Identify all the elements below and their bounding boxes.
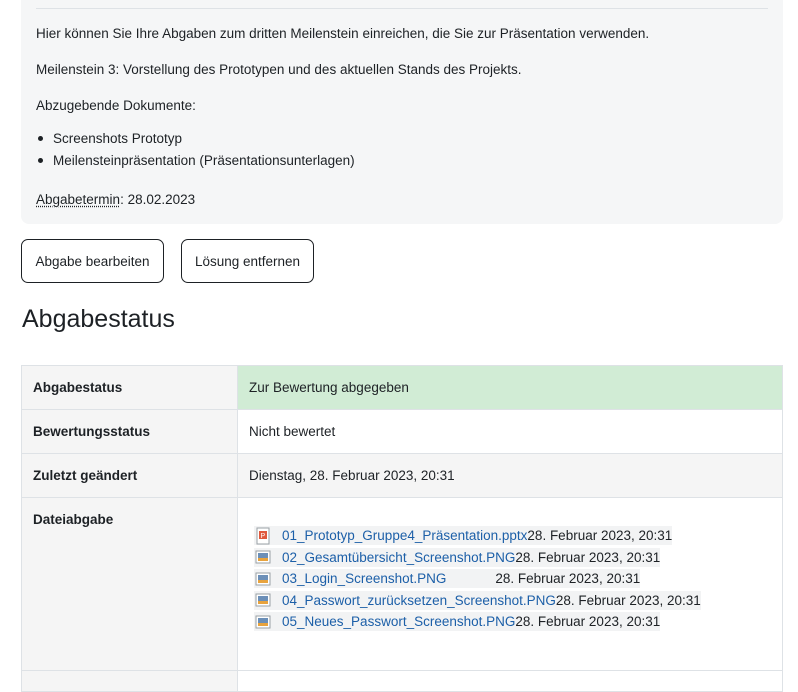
deadline: Abgabetermin: 28.02.2023 xyxy=(36,191,195,209)
list-item: P 01_Prototyp_Gruppe4_Präsentation.pptx 2… xyxy=(254,525,771,547)
file-date: 28. Februar 2023, 20:31 xyxy=(555,592,701,608)
row-value: Dienstag, 28. Februar 2023, 20:31 xyxy=(237,453,783,498)
list-item: Screenshots Prototyp xyxy=(36,130,355,152)
powerpoint-file-icon: P xyxy=(254,527,272,545)
page-title: Abgabestatus xyxy=(22,305,175,333)
list-item: 02_Gesamtübersicht_Screenshot.PNG 28. Feb… xyxy=(254,547,771,569)
file-date: 28. Februar 2023, 20:31 xyxy=(527,528,673,544)
file-list: P 01_Prototyp_Gruppe4_Präsentation.pptx 2… xyxy=(254,525,771,633)
file-link[interactable]: 03_Login_Screenshot.PNG xyxy=(282,571,446,586)
row-value: Nicht bewertet xyxy=(237,409,783,454)
table-row: Zuletzt geändert Dienstag, 28. Februar 2… xyxy=(21,453,783,498)
row-label xyxy=(21,670,238,692)
status-badge: Zur Bewertung abgegeben xyxy=(237,365,783,410)
file-link[interactable]: 02_Gesamtübersicht_Screenshot.PNG xyxy=(282,550,515,565)
table-row: Abgabestatus Zur Bewertung abgegeben xyxy=(21,365,783,410)
image-file-icon xyxy=(254,591,272,609)
deadline-label: Abgabetermin xyxy=(36,192,121,207)
table-row: Bewertungsstatus Nicht bewertet xyxy=(21,409,783,454)
edit-submission-button[interactable]: Abgabe bearbeiten xyxy=(21,239,164,283)
file-link[interactable]: 04_Passwort_zurücksetzen_Screenshot.PNG xyxy=(282,593,556,608)
documents-label: Abzugebende Dokumente: xyxy=(36,98,196,113)
list-item: 03_Login_Screenshot.PNG 28. Februar 2023,… xyxy=(254,568,771,590)
table-row: Dateiabgabe P 01_Prototyp_Gruppe4_Präsen… xyxy=(21,497,783,671)
image-file-icon xyxy=(254,570,272,588)
table-row xyxy=(21,670,783,692)
file-link[interactable]: 05_Neues_Passwort_Screenshot.PNG xyxy=(282,614,515,629)
list-item: Meilensteinpräsentation (Präsentationsun… xyxy=(36,152,355,174)
intro-line-2: Meilenstein 3: Vorstellung des Prototype… xyxy=(36,62,522,77)
file-date: 28. Februar 2023, 20:31 xyxy=(515,614,661,630)
deadline-value: : 28.02.2023 xyxy=(120,192,196,207)
list-item: 05_Neues_Passwort_Screenshot.PNG 28. Febr… xyxy=(254,611,771,633)
file-link[interactable]: 01_Prototyp_Gruppe4_Präsentation.pptx xyxy=(282,528,527,543)
file-date: 28. Februar 2023, 20:31 xyxy=(515,549,661,565)
image-file-icon xyxy=(254,613,272,631)
svg-text:P: P xyxy=(261,533,266,540)
row-value xyxy=(237,670,783,692)
divider xyxy=(36,8,768,9)
image-file-icon xyxy=(254,548,272,566)
row-label: Abgabestatus xyxy=(21,365,238,410)
row-label: Zuletzt geändert xyxy=(21,453,238,498)
file-submission-cell: P 01_Prototyp_Gruppe4_Präsentation.pptx 2… xyxy=(237,497,783,671)
documents-list: Screenshots Prototyp Meilensteinpräsenta… xyxy=(36,130,355,174)
remove-submission-button[interactable]: Lösung entfernen xyxy=(181,239,314,283)
assignment-description: Hier können Sie Ihre Abgaben zum dritten… xyxy=(21,0,783,224)
submission-status-table: Abgabestatus Zur Bewertung abgegeben Bew… xyxy=(21,365,783,692)
intro-line-1: Hier können Sie Ihre Abgaben zum dritten… xyxy=(36,26,650,41)
file-date: 28. Februar 2023, 20:31 xyxy=(495,571,641,587)
row-label: Dateiabgabe xyxy=(21,497,238,671)
list-item: 04_Passwort_zurücksetzen_Screenshot.PNG 2… xyxy=(254,590,771,612)
row-label: Bewertungsstatus xyxy=(21,409,238,454)
